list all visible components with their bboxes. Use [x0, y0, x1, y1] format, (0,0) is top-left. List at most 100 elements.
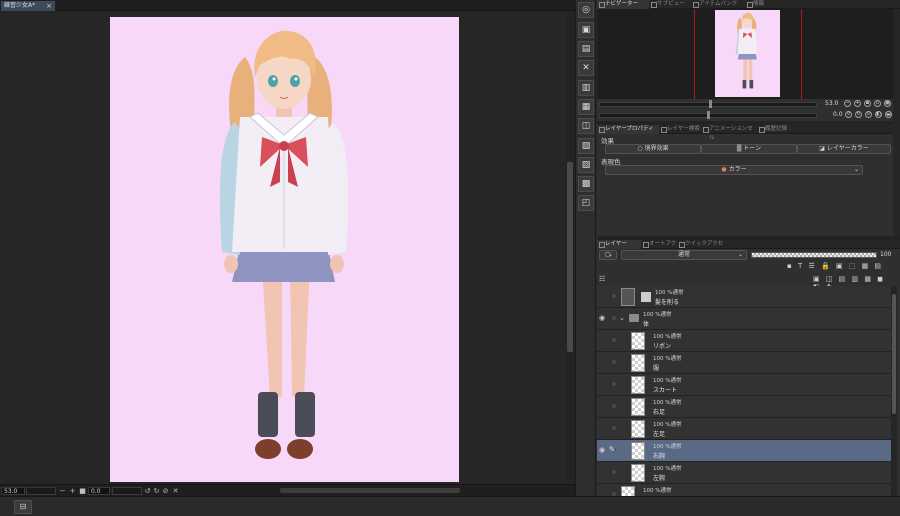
layer-row[interactable]: 100 %通常首	[597, 484, 891, 496]
rotate-right-icon[interactable]: ↻	[855, 111, 862, 118]
reset-rotation-icon[interactable]: ⊘	[161, 486, 170, 496]
zoom-field[interactable]: 53.0	[1, 487, 25, 495]
tool-button-4[interactable]: ▥	[578, 80, 594, 96]
layer-lock-toggle[interactable]	[612, 294, 616, 298]
artboard[interactable]	[110, 17, 459, 482]
canvas-vertical-scroll-thumb[interactable]	[567, 162, 573, 352]
navigator-zoom-knob[interactable]	[709, 100, 712, 108]
tab-subview[interactable]: サブビュー	[649, 0, 691, 9]
layer-lock-toggle[interactable]	[612, 338, 616, 342]
tab-item-bank[interactable]: アイテムバンク	[691, 0, 745, 9]
layer-lock-toggle[interactable]	[612, 404, 616, 408]
layer-row[interactable]: 100 %通常 左腕	[597, 462, 891, 484]
zoom-in-button[interactable]: +	[68, 486, 77, 496]
rotation-field[interactable]: 0.0	[88, 487, 110, 495]
layer-lock-toggle[interactable]	[612, 426, 616, 430]
layer-blend-info: 100 %通常	[643, 312, 672, 318]
tool-button-0[interactable]: ◎	[578, 2, 594, 18]
blend-mode-select[interactable]: 通常 ⌄	[621, 250, 747, 260]
tool-button-10[interactable]: ◰	[578, 195, 594, 211]
tool-button-2[interactable]: ▤	[578, 41, 594, 57]
layer-blend-info: 100 %通常	[653, 334, 682, 340]
layer-row[interactable]: 100 %通常 髪を削る	[597, 286, 891, 308]
document-title: 練習少女A*	[4, 2, 36, 9]
flip-vertical-icon[interactable]: ⬓	[885, 111, 892, 118]
tool-button-3[interactable]: ✕	[578, 60, 594, 76]
fit-icon[interactable]: ■	[78, 486, 87, 496]
layer-list[interactable]: 100 %通常 髪を削る ◉ ⌄ 100 %通常体 100 %通常 リボン 100 %通常服 1…	[597, 286, 891, 496]
tone-button[interactable]: ▒ トーン	[701, 144, 797, 154]
eye-hidden-icon[interactable]	[599, 402, 607, 410]
layer-name: 右足	[653, 409, 666, 416]
navigator-rotation-knob[interactable]	[707, 111, 710, 119]
chevron-down-icon[interactable]: ⌄	[619, 314, 625, 322]
actual-size-icon[interactable]: ▪	[864, 100, 871, 107]
eye-icon[interactable]: ◉	[599, 314, 607, 322]
eye-hidden-icon[interactable]	[599, 424, 607, 432]
canvas-horizontal-scrollbar[interactable]	[280, 488, 460, 493]
fit-view-icon[interactable]: ▫	[874, 100, 881, 107]
layer-list-scroll-thumb[interactable]	[892, 294, 896, 414]
layer-row[interactable]: 100 %通常 右足	[597, 396, 891, 418]
tool-button-8[interactable]: ▨	[578, 157, 594, 173]
layer-thumbnail	[631, 354, 645, 372]
reset-rotation-icon[interactable]: ⊙	[865, 111, 872, 118]
layer-lock-toggle[interactable]	[612, 360, 616, 364]
fit-screen-icon[interactable]: ▣	[884, 100, 891, 107]
eye-icon[interactable]: ◉	[599, 446, 607, 454]
layer-lock-toggle[interactable]	[612, 316, 616, 320]
tool-button-7[interactable]: ▧	[578, 138, 594, 154]
tab-navigator[interactable]: ナビゲーター	[597, 0, 649, 9]
layer-row[interactable]: 100 %通常 スカート	[597, 374, 891, 396]
layer-type-select[interactable]: ▢ ⌄	[599, 250, 617, 260]
expression-color-select[interactable]: ● カラー ⌄	[605, 165, 863, 175]
opacity-slider[interactable]	[751, 252, 877, 258]
opacity-value[interactable]: 100	[880, 251, 891, 258]
layer-row[interactable]: 100 %通常 リボン	[597, 330, 891, 352]
close-tab-icon[interactable]: ×	[46, 1, 52, 11]
eye-hidden-icon[interactable]	[599, 358, 607, 366]
navigator-zoom-slider[interactable]	[599, 102, 817, 107]
panel-toggle-icon[interactable]: ⊟	[14, 500, 32, 514]
rotate-right-icon[interactable]: ↻	[152, 486, 161, 496]
eye-hidden-icon[interactable]	[599, 292, 607, 300]
eye-hidden-icon[interactable]	[599, 336, 607, 344]
tab-info[interactable]: 情報	[745, 0, 775, 9]
tool-button-1[interactable]: ▣	[578, 22, 594, 38]
canvas-area[interactable]: 練習少女A* × 53.0 − + ■ 0.0 ↺ ↻ ⊘ ✕	[0, 0, 575, 496]
zoom-out-button[interactable]: −	[58, 486, 67, 496]
eye-hidden-icon[interactable]	[599, 380, 607, 388]
layer-row[interactable]: ◉ 100 %通常 右腕 ✎	[597, 440, 891, 462]
zoom-in-icon[interactable]: +	[854, 100, 861, 107]
navigator-view[interactable]	[597, 9, 893, 99]
layer-row[interactable]: 100 %通常服	[597, 352, 891, 374]
layer-property-panel: 効果 ○ 境界効果 ▒ トーン ◪ レイヤーカラー 表現色 ● カラー ⌄	[597, 133, 893, 233]
tool-button-6[interactable]: ◫	[578, 118, 594, 134]
rotation-slider[interactable]	[112, 487, 142, 495]
folder-icon	[629, 314, 639, 322]
layer-list-scrollbar[interactable]	[891, 286, 897, 496]
tool-button-5[interactable]: ▦	[578, 99, 594, 115]
flip-icon[interactable]: ✕	[171, 486, 180, 496]
eye-hidden-icon[interactable]	[599, 468, 607, 476]
layer-toolbar: ▢ ⌄ 通常 ⌄ 100 ▪ T ☰ 🔒 ▣ ⬚ ▦ ▤ ☷ ▣ ◫ ▤ ▥ ▦ ◼…	[597, 248, 893, 291]
flip-horizontal-icon[interactable]: ◧	[875, 111, 882, 118]
layer-blend-info: 100 %通常	[653, 378, 682, 384]
layer-lock-toggle[interactable]	[612, 382, 616, 386]
zoom-slider[interactable]	[26, 487, 56, 495]
layer-blend-info: 100 %通常	[653, 356, 682, 362]
border-effect-button[interactable]: ○ 境界効果	[605, 144, 701, 154]
rotate-left-icon[interactable]: ↺	[845, 111, 852, 118]
canvas-vertical-scrollbar[interactable]	[566, 12, 574, 482]
rotate-left-icon[interactable]: ↺	[143, 486, 152, 496]
tool-button-9[interactable]: ▩	[578, 176, 594, 192]
layer-row[interactable]: ◉ ⌄ 100 %通常体	[597, 308, 891, 330]
right-panel-scrollbar[interactable]	[893, 9, 900, 249]
document-tab[interactable]: 練習少女A* ×	[1, 1, 55, 11]
layer-name: 左足	[653, 431, 666, 438]
zoom-out-icon[interactable]: −	[844, 100, 851, 107]
navigator-frame-left	[694, 9, 695, 99]
layer-lock-toggle[interactable]	[612, 470, 616, 474]
layer-row[interactable]: 100 %通常 左足	[597, 418, 891, 440]
layer-color-button[interactable]: ◪ レイヤーカラー	[797, 144, 891, 154]
